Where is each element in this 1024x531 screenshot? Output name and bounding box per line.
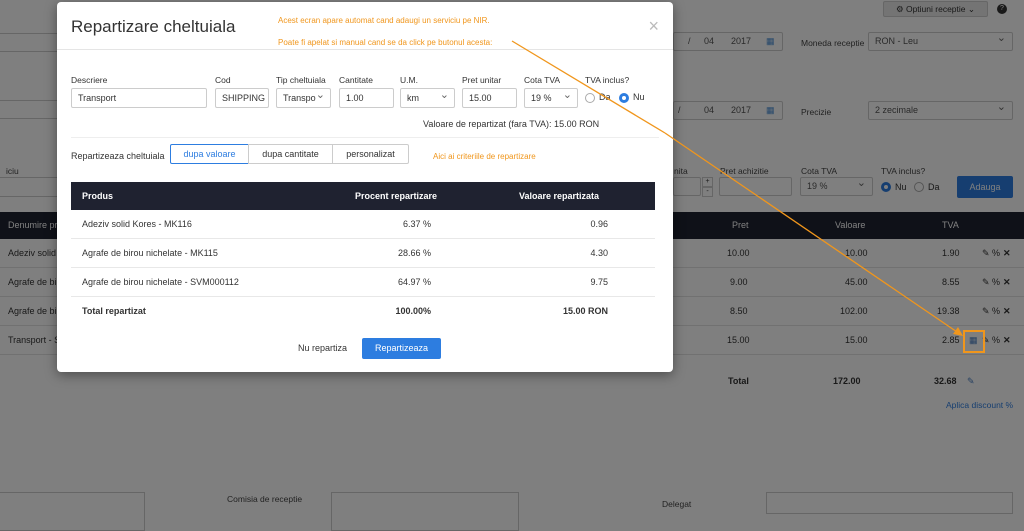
da-label: Da <box>599 92 611 102</box>
repartizeaza-label: Repartizeaza cheltuiala <box>71 151 165 161</box>
table-row: Agrafe de birou nichelate - SVM000112 64… <box>71 268 655 297</box>
modal-header-divider <box>57 49 673 50</box>
cota-tva-label: Cota TVA <box>524 75 561 85</box>
table-row: Adeziv solid Kores - MK116 6.37 % 0.96 <box>71 210 655 239</box>
table-total-row: Total repartizat 100.00% 15.00 RON <box>82 306 608 316</box>
annotation-note-3: Aici ai criteriile de repartizare <box>433 152 536 161</box>
table-row: Agrafe de birou nichelate - MK115 28.66 … <box>71 239 655 268</box>
nu-repartiza-button[interactable]: Nu repartiza <box>298 343 347 353</box>
cod-input[interactable]: SHIPPING <box>215 88 269 108</box>
annotation-note-1: Acest ecran apare automat cand adaugi un… <box>278 16 490 25</box>
tva-inclus-label: TVA inclus? <box>585 75 630 85</box>
tip-cheltuiala-select[interactable]: Transpo <box>276 88 331 108</box>
um-label: U.M. <box>400 75 418 85</box>
repartizeaza-button[interactable]: Repartizeaza <box>362 338 441 359</box>
descriere-label: Descriere <box>71 75 108 85</box>
valoare-repartizat-text: Valoare de repartizat (fara TVA): 15.00 … <box>423 119 600 129</box>
repartizare-table-header: Produs Procent repartizare Valoare repar… <box>71 182 655 210</box>
tip-cheltuiala-label: Tip cheltuiala <box>276 75 326 85</box>
tva-inclus-nu-radio[interactable] <box>619 93 629 103</box>
cantitate-label: Cantitate <box>339 75 374 85</box>
tab-dupa-cantitate[interactable]: dupa cantitate <box>248 144 333 164</box>
cota-tva-select[interactable]: 19 % <box>524 88 578 108</box>
cod-label: Cod <box>215 75 231 85</box>
cantitate-input[interactable]: 1.00 <box>339 88 394 108</box>
descriere-input[interactable]: Transport <box>71 88 207 108</box>
annotation-note-2: Poate fi apelat si manual cand se da cli… <box>278 38 493 47</box>
nu-label: Nu <box>633 92 645 102</box>
um-select[interactable]: km <box>400 88 455 108</box>
pret-unitar-input[interactable]: 15.00 <box>462 88 517 108</box>
modal-title: Repartizare cheltuiala <box>71 17 236 36</box>
section-divider <box>71 137 659 138</box>
pret-unitar-label: Pret unitar <box>462 75 502 85</box>
tab-dupa-valoare[interactable]: dupa valoare <box>170 144 249 164</box>
repartizare-modal: Repartizare cheltuiala × Acest ecran apa… <box>57 2 673 372</box>
tva-inclus-da-radio[interactable] <box>585 93 595 103</box>
tab-personalizat[interactable]: personalizat <box>332 144 409 164</box>
close-icon[interactable]: × <box>648 16 659 37</box>
